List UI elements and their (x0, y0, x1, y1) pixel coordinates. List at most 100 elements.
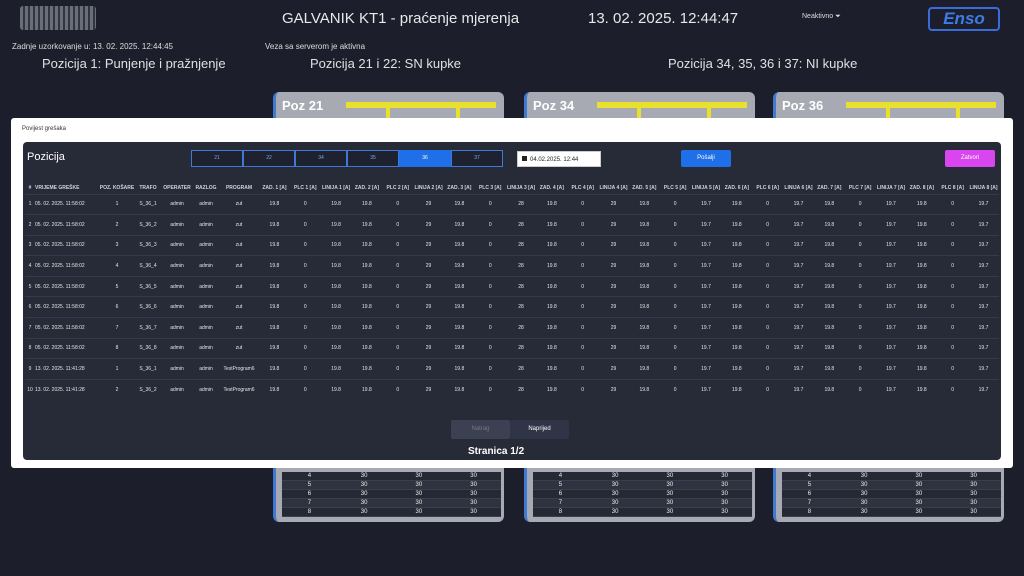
close-button[interactable]: Zatvori (945, 150, 995, 167)
tab-position-34[interactable]: 34 (295, 150, 347, 167)
table-cell: S_36_2 (135, 378, 161, 400)
next-page-button[interactable]: Naprijed (510, 420, 569, 439)
table-cell: 19.8 (443, 296, 475, 318)
table-cell: 0 (382, 296, 414, 318)
table-cell: 19.7 (968, 193, 999, 215)
table-cell: 19.8 (259, 337, 290, 359)
position-table: 4 30 30 30 5 30 30 30 6 30 30 30 7 30 30 30 8 30 30 30 (782, 472, 1001, 517)
table-cell: 19.8 (721, 378, 753, 400)
table-cell: 19.8 (813, 296, 845, 318)
table-row: 7 30 30 30 (533, 499, 752, 508)
table-cell: 19.8 (443, 214, 475, 236)
table-cell: 0 (289, 378, 321, 400)
table-cell: admin (161, 358, 193, 380)
table-cell: 19.8 (721, 214, 753, 236)
table-cell: admin (193, 358, 219, 380)
tab-position-21[interactable]: 21 (191, 150, 243, 167)
tab-position-35[interactable]: 35 (347, 150, 399, 167)
table-cell: 5 (99, 275, 135, 297)
table-cell: 19.7 (875, 296, 907, 318)
table-cell: 19.8 (628, 337, 660, 359)
table-cell: 0 (567, 255, 599, 277)
user-menu[interactable]: Neaktivno ⏷ (802, 13, 841, 21)
position-tabs: 21 22 34 35 36 37 (191, 150, 503, 167)
column-header: LINIJA 4 [A] (599, 184, 628, 191)
table-row: 8 30 30 30 (782, 508, 1001, 517)
table-cell: 13. 02. 2025. 11:41:28 (35, 378, 99, 400)
table-row: 9 13. 02. 2025. 11:41:28 1 S_36_1 admin admin… (25, 358, 999, 380)
table-row: 5 30 30 30 (282, 481, 501, 490)
column-header: RAZLOG (195, 184, 217, 191)
table-cell: 05. 02. 2025. 11:58:02 (35, 193, 99, 215)
table-cell: 19.8 (443, 337, 475, 359)
table-cell: 19.7 (783, 358, 814, 380)
table-cell: 13. 02. 2025. 11:41:28 (35, 358, 99, 380)
table-row: 8 30 30 30 (282, 508, 501, 517)
table-cell: 0 (567, 296, 599, 318)
table-cell: zut (219, 337, 259, 359)
table-cell: 19.7 (690, 193, 722, 215)
table-row: 10 13. 02. 2025. 11:41:28 2 S_36_2 admin admi… (25, 378, 999, 400)
table-row: 1 05. 02. 2025. 11:58:02 1 S_36_1 admin admin… (25, 193, 999, 215)
table-cell: 29 (413, 275, 444, 297)
table-cell: 19.8 (536, 378, 568, 400)
table-cell: 19.7 (875, 378, 907, 400)
table-cell: 19.8 (351, 255, 383, 277)
table-cell: 29 (598, 317, 629, 339)
table-cell: 0 (659, 337, 691, 359)
table-cell: 0 (659, 214, 691, 236)
table-cell: 29 (598, 378, 629, 400)
table-cell: 0 (659, 255, 691, 277)
table-cell: S_36_8 (135, 337, 161, 359)
column-header: ZAD. 4 [A] (539, 184, 564, 191)
error-table: # VRIJEME GREŠKE POZ. KOŠARE TRAFO OPERATER R… (25, 182, 999, 400)
table-cell: 19.8 (628, 358, 660, 380)
table-cell: 19.8 (259, 378, 290, 400)
table-cell: 19.7 (690, 296, 722, 318)
table-cell: 19.8 (813, 378, 845, 400)
company-logo (20, 6, 96, 30)
table-cell: 19.8 (721, 337, 753, 359)
table-cell: 0 (752, 337, 784, 359)
tab-position-22[interactable]: 22 (243, 150, 295, 167)
table-cell: admin (161, 275, 193, 297)
position-card-title: Poz 36 (782, 98, 824, 113)
table-cell: 19.8 (259, 255, 290, 277)
table-cell: 0 (474, 275, 506, 297)
table-cell: 28 (505, 378, 537, 400)
table-cell: 19.8 (320, 317, 352, 339)
table-cell: 19.8 (259, 214, 290, 236)
error-history-panel: Pozicija 21 22 34 35 36 37 04.02.2025. 1… (23, 142, 1001, 460)
date-input[interactable]: 04.02.2025. 12:44 (517, 151, 601, 167)
enso-logo: Enso (928, 7, 1000, 31)
table-cell: S_36_6 (135, 296, 161, 318)
table-cell: 19.8 (443, 317, 475, 339)
table-header-row: # VRIJEME GREŠKE POZ. KOŠARE TRAFO OPERATER R… (25, 182, 999, 194)
table-cell: 19.8 (721, 358, 753, 380)
table-cell: 4 (99, 255, 135, 277)
table-cell: 19.8 (906, 378, 938, 400)
table-cell: 0 (659, 275, 691, 297)
tab-position-37[interactable]: 37 (451, 150, 503, 167)
bath-post (456, 108, 460, 118)
table-cell: S_36_1 (135, 358, 161, 380)
position-table: 4 30 30 30 5 30 30 30 6 30 30 30 7 30 30 30 8 30 30 30 (282, 472, 501, 517)
send-button[interactable]: Pošalji (681, 150, 731, 167)
table-cell: 19.8 (443, 255, 475, 277)
table-cell: 0 (659, 358, 691, 380)
table-cell: 19.8 (320, 255, 352, 277)
table-cell: 19.7 (968, 234, 999, 256)
tab-position-36[interactable]: 36 (399, 150, 451, 167)
table-cell: 7 (25, 317, 35, 339)
column-header: PLC 5 [A] (663, 184, 687, 191)
table-cell: 19.8 (351, 214, 383, 236)
table-row: 2 05. 02. 2025. 11:58:02 2 S_36_2 admin admin… (25, 214, 999, 236)
table-cell: 19.7 (690, 337, 722, 359)
prev-page-button[interactable]: Natrag (451, 420, 510, 439)
column-header: LINIJA 6 [A] (784, 184, 813, 191)
table-cell: 29 (413, 317, 444, 339)
server-status-text: Veza sa serverom je aktivna (265, 42, 366, 51)
table-cell: 19.7 (783, 214, 814, 236)
table-cell: 19.7 (875, 275, 907, 297)
table-cell: 29 (413, 234, 444, 256)
